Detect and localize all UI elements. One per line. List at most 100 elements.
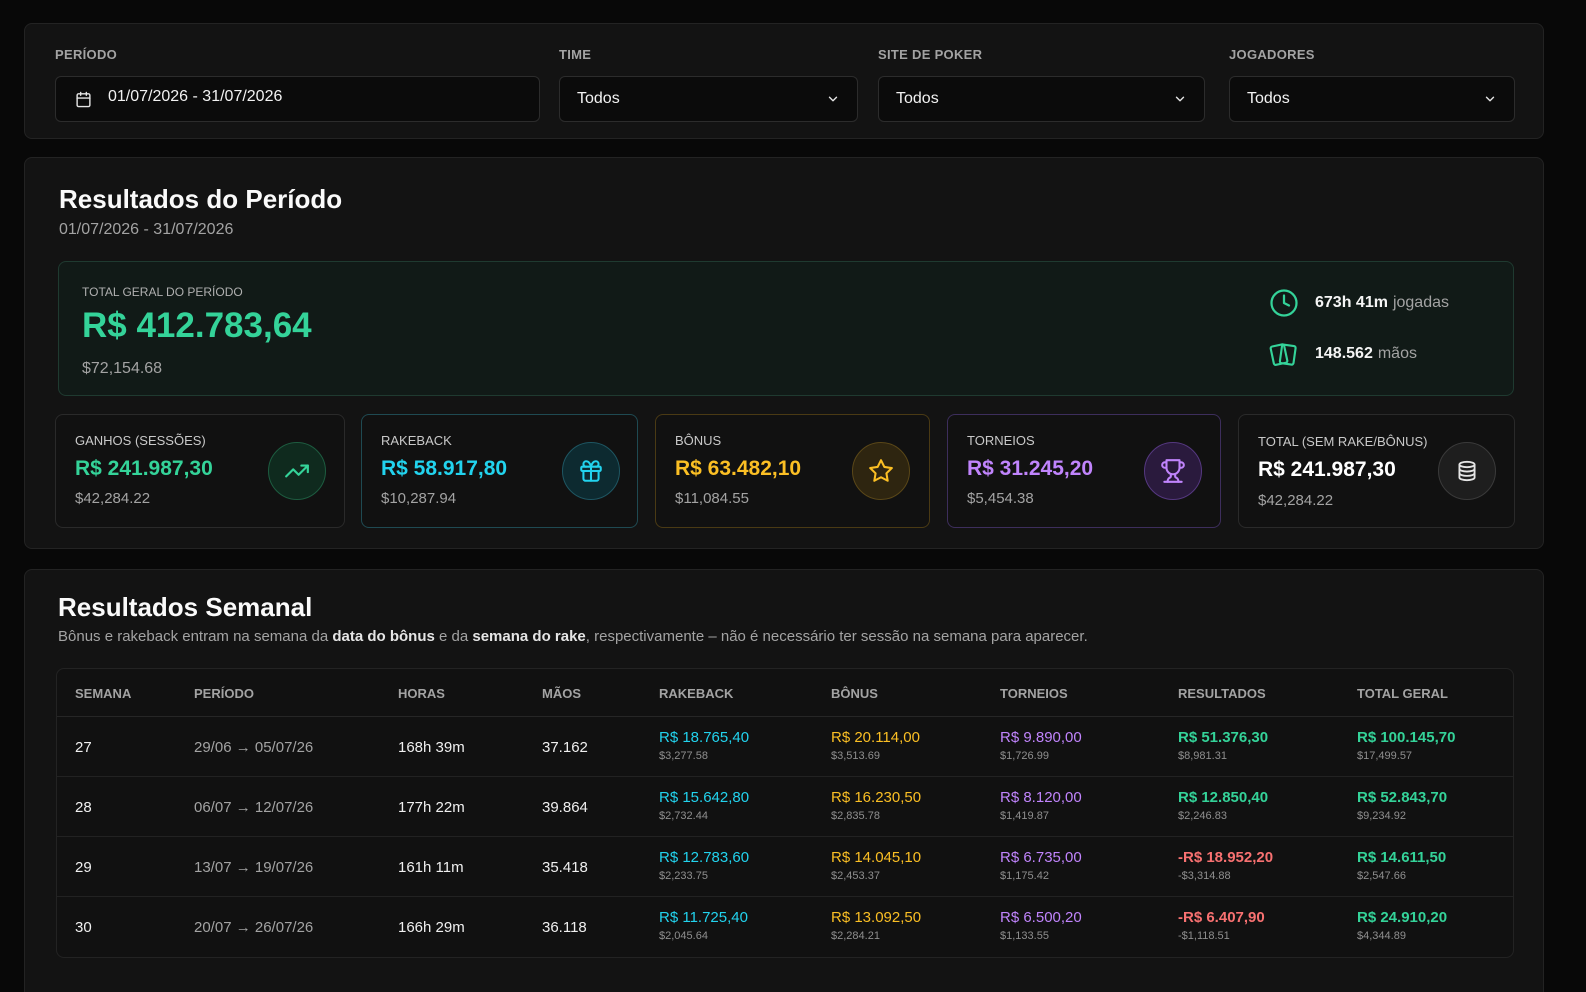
- weekly-results-description: Bônus e rakeback entram na semana da dat…: [58, 628, 1088, 645]
- table-row: 29 13/07 → 19/07/26 161h 11m 35.418 R$ 1…: [57, 837, 1513, 897]
- cell-period: 20/07 → 26/07/26: [194, 919, 314, 936]
- cards-icon: [1269, 343, 1297, 366]
- coins-icon: [1438, 442, 1496, 500]
- cell-hours: 161h 11m: [398, 859, 464, 876]
- col-rakeback: RAKEBACK: [659, 686, 734, 701]
- cell-results: -R$ 18.952,20 -$3,314.88: [1178, 849, 1274, 882]
- cell-bonus: R$ 16.230,50 $2,835.78: [831, 789, 922, 822]
- rakeback-usd: $10,287.94: [381, 490, 457, 507]
- hours-played-unit: jogadas: [1392, 294, 1449, 311]
- col-tournaments: TORNEIOS: [1000, 686, 1068, 701]
- site-select-value: Todos: [896, 90, 939, 107]
- cell-rakeback: R$ 11.725,40 $2,045.64: [659, 909, 748, 942]
- cell-period: 29/06 → 05/07/26: [194, 739, 314, 756]
- cell-total: R$ 52.843,70 $9,234.92: [1357, 789, 1448, 822]
- cell-hours: 177h 22m: [398, 799, 465, 816]
- players-select[interactable]: Todos: [1229, 76, 1515, 122]
- weekly-results-panel: Resultados Semanal Bônus e rakeback entr…: [24, 569, 1544, 992]
- cell-total: R$ 14.611,50 $2,547.66: [1357, 849, 1447, 882]
- cell-bonus: R$ 13.092,50 $2,284.21: [831, 909, 922, 942]
- players-select-value: Todos: [1247, 90, 1290, 107]
- filters-panel: PERÍODO 01/07/2026 - 31/07/2026 TIME Tod…: [24, 23, 1544, 139]
- cell-bonus: R$ 14.045,10 $2,453.37: [831, 849, 922, 882]
- cell-period: 13/07 → 19/07/26: [194, 859, 314, 876]
- site-filter-label: SITE DE POKER: [878, 47, 983, 62]
- weekly-results-title: Resultados Semanal: [58, 592, 313, 622]
- cell-hours: 166h 29m: [398, 919, 465, 936]
- weekly-results-table: SEMANA PERÍODO HORAS MÃOS RAKEBACK BÔNUS…: [56, 668, 1514, 958]
- chevron-down-icon: [828, 96, 838, 102]
- clock-icon: [1270, 289, 1298, 317]
- total-no-rake-label: TOTAL (SEM RAKE/BÔNUS): [1258, 434, 1428, 449]
- cell-total: R$ 100.145,70 $17,499.57: [1357, 729, 1456, 762]
- total-no-rake-usd: $42,284.22: [1258, 492, 1334, 509]
- cell-hours: 168h 39m: [398, 739, 465, 756]
- col-period: PERÍODO: [194, 686, 254, 701]
- col-results: RESULTADOS: [1178, 686, 1266, 701]
- total-period-label: TOTAL GERAL DO PERÍODO: [82, 285, 243, 299]
- cell-results: -R$ 6.407,90 -$1,118.51: [1178, 909, 1265, 942]
- hours-played-value: 673h 41m: [1315, 294, 1388, 311]
- cell-week: 28: [75, 799, 92, 816]
- tournaments-card: TORNEIOS R$ 31.245,20 $5,454.38: [947, 414, 1221, 528]
- cell-tournaments: R$ 6.500,20 $1,133.55: [1000, 909, 1082, 942]
- chevron-down-icon: [1485, 96, 1495, 102]
- period-results-title: Resultados do Período: [59, 184, 343, 214]
- date-range-value: 01/07/2026 - 31/07/2026: [108, 88, 283, 105]
- total-period-usd: $72,154.68: [82, 360, 163, 377]
- cell-tournaments: R$ 8.120,00 $1,419.87: [1000, 789, 1082, 822]
- cell-rakeback: R$ 12.783,60 $2,233.75: [659, 849, 750, 882]
- total-period-value: R$ 412.783,64: [82, 306, 312, 345]
- rakeback-label: RAKEBACK: [381, 433, 452, 448]
- period-results-panel: Resultados do Período 01/07/2026 - 31/07…: [24, 157, 1544, 549]
- table-row: 27 29/06 → 05/07/26 168h 39m 37.162 R$ 1…: [57, 717, 1513, 777]
- site-select[interactable]: Todos: [878, 76, 1205, 122]
- cell-tournaments: R$ 9.890,00 $1,726.99: [1000, 729, 1082, 762]
- bonus-card: BÔNUS R$ 63.482,10 $11,084.55: [655, 414, 930, 528]
- cell-tournaments: R$ 6.735,00 $1,175.42: [1000, 849, 1082, 882]
- session-gains-usd: $42,284.22: [75, 490, 151, 507]
- hands-played-unit: mãos: [1377, 345, 1417, 362]
- period-results-range: 01/07/2026 - 31/07/2026: [59, 221, 234, 238]
- col-hands: MÃOS: [542, 686, 581, 701]
- cell-total: R$ 24.910,20 $4,344.89: [1357, 909, 1448, 942]
- cell-results: R$ 12.850,40 $2,246.83: [1178, 789, 1269, 822]
- star-icon: [852, 442, 910, 500]
- cell-rakeback: R$ 18.765,40 $3,277.58: [659, 729, 750, 762]
- cell-results: R$ 51.376,30 $8,981.31: [1178, 729, 1269, 762]
- cell-bonus: R$ 20.114,00 $3,513.69: [831, 729, 920, 762]
- tournaments-value: R$ 31.245,20: [967, 457, 1094, 480]
- table-row: 28 06/07 → 12/07/26 177h 22m 39.864 R$ 1…: [57, 777, 1513, 837]
- cell-week: 29: [75, 859, 92, 876]
- tournaments-usd: $5,454.38: [967, 490, 1034, 507]
- col-bonus: BÔNUS: [831, 686, 878, 701]
- cell-hands: 35.418: [542, 859, 588, 876]
- hands-played-value: 148.562: [1315, 345, 1373, 362]
- period-filter-label: PERÍODO: [55, 47, 118, 62]
- rakeback-card: RAKEBACK R$ 58.917,80 $10,287.94: [361, 414, 638, 528]
- table-row: 30 20/07 → 26/07/26 166h 29m 36.118 R$ 1…: [57, 897, 1513, 957]
- chevron-down-icon: [1175, 96, 1185, 102]
- col-total: TOTAL GERAL: [1357, 686, 1448, 701]
- bonus-label: BÔNUS: [675, 433, 722, 448]
- trending-up-icon: [268, 442, 326, 500]
- cell-hands: 36.118: [542, 919, 587, 936]
- hands-played-stat: 148.562 mãos: [1269, 339, 1417, 369]
- rakeback-value: R$ 58.917,80: [381, 457, 508, 480]
- total-period-card: TOTAL GERAL DO PERÍODO R$ 412.783,64 $72…: [58, 261, 1514, 396]
- team-filter-label: TIME: [559, 47, 592, 62]
- col-hours: HORAS: [398, 686, 445, 701]
- tournaments-label: TORNEIOS: [967, 433, 1035, 448]
- date-range-picker[interactable]: 01/07/2026 - 31/07/2026: [55, 76, 540, 122]
- gift-icon: [562, 442, 620, 500]
- total-no-rake-card: TOTAL (SEM RAKE/BÔNUS) R$ 241.987,30 $42…: [1238, 414, 1515, 528]
- cell-week: 30: [75, 919, 92, 936]
- total-no-rake-value: R$ 241.987,30: [1258, 458, 1396, 481]
- bonus-usd: $11,084.55: [675, 490, 749, 507]
- team-select[interactable]: Todos: [559, 76, 858, 122]
- cell-period: 06/07 → 12/07/26: [194, 799, 314, 816]
- session-gains-label: GANHOS (SESSÕES): [75, 433, 206, 448]
- calendar-icon: [76, 91, 91, 107]
- session-gains-card: GANHOS (SESSÕES) R$ 241.987,30 $42,284.2…: [55, 414, 345, 528]
- cell-hands: 39.864: [542, 799, 588, 816]
